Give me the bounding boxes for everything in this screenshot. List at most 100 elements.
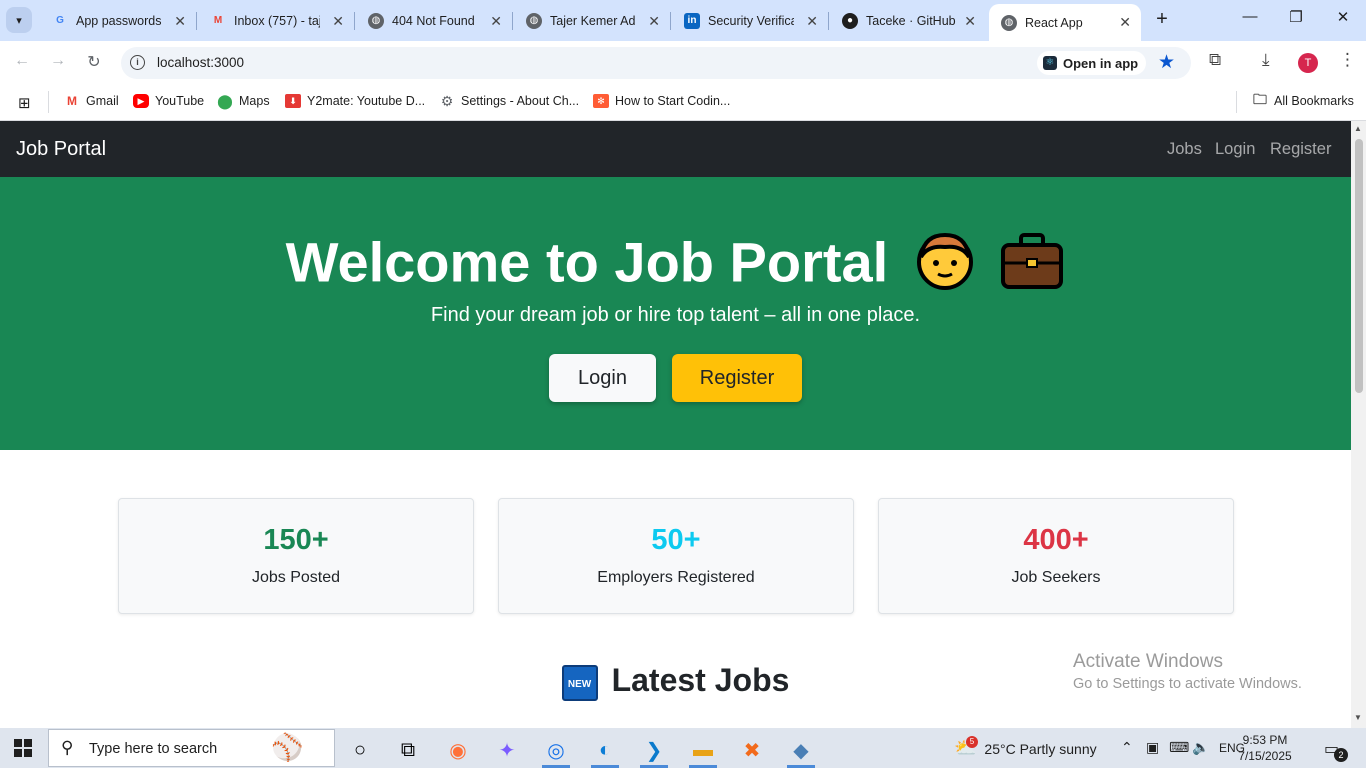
edge-icon[interactable]: ◐ xyxy=(585,732,625,768)
task-view-icon[interactable]: ⧉ xyxy=(388,732,428,768)
bookmark-label: YouTube xyxy=(155,94,205,108)
clock-date: 7/15/2025 xyxy=(1238,749,1292,763)
tab-title: Taceke · GitHub xyxy=(866,13,956,28)
xampp-icon[interactable]: ✖ xyxy=(732,732,772,768)
address-bar[interactable]: i localhost:3000 ⚛ Open in app ★ xyxy=(121,47,1191,79)
profile-avatar[interactable]: T xyxy=(1298,53,1318,73)
all-bookmarks-label: All Bookmarks xyxy=(1274,94,1354,108)
stat-card-seekers: 400+ Job Seekers xyxy=(878,498,1234,614)
open-in-app-button[interactable]: ⚛ Open in app xyxy=(1037,51,1147,75)
nav-link-login[interactable]: Login xyxy=(1215,140,1255,159)
reload-icon[interactable]: ↻ xyxy=(83,52,105,72)
back-icon[interactable]: ← xyxy=(11,52,33,70)
latest-jobs-text: Latest Jobs xyxy=(611,662,790,698)
bookmark-hubspot[interactable]: ✻ How to Start Codin... xyxy=(593,94,730,108)
cortana-icon[interactable]: ○ xyxy=(340,732,380,768)
taskbar-clock[interactable]: 9:53 PM 7/15/2025 xyxy=(1228,732,1302,764)
firefox-icon[interactable]: ◉ xyxy=(438,732,478,768)
apps-grid-icon[interactable]: ⊞ xyxy=(18,94,31,112)
nav-link-jobs[interactable]: Jobs xyxy=(1167,140,1202,159)
copilot-icon[interactable]: ✦ xyxy=(487,732,527,768)
hero-section: Welcome to Job Portal Find your dream jo… xyxy=(0,177,1351,450)
tab-react-app[interactable]: ◍ React App ✕ xyxy=(989,4,1141,41)
volume-icon[interactable]: 🔈 xyxy=(1192,739,1209,756)
tab-app-passwords[interactable]: G App passwords ✕ xyxy=(40,0,197,41)
tab-404[interactable]: ◍ 404 Not Found ✕ xyxy=(356,0,513,41)
bookmark-gmail[interactable]: M Gmail xyxy=(64,94,119,108)
tab-separator xyxy=(670,12,671,30)
bookmark-label: Settings - About Ch... xyxy=(461,94,580,108)
browser-toolbar: ← → ↻ i localhost:3000 ⚛ Open in app ★ xyxy=(0,41,1366,85)
close-icon[interactable]: ✕ xyxy=(1119,14,1131,31)
bookmark-label: Maps xyxy=(239,94,270,108)
file-explorer-icon[interactable]: ▬ xyxy=(683,732,723,768)
scroll-down-icon[interactable]: ▼ xyxy=(1354,713,1362,722)
tab-tajer[interactable]: ◍ Tajer Kemer Ada ✕ xyxy=(514,0,671,41)
baseball-doodle-icon: ⚾ xyxy=(271,732,304,762)
close-icon[interactable]: ✕ xyxy=(964,13,976,30)
nav-link-register[interactable]: Register xyxy=(1270,140,1331,159)
navbar-brand[interactable]: Job Portal xyxy=(16,138,106,161)
site-navbar: Job Portal Jobs Login Register xyxy=(0,121,1351,177)
scrollbar-thumb[interactable] xyxy=(1355,139,1363,393)
person-emoji-icon xyxy=(914,229,976,304)
hero-register-button[interactable]: Register xyxy=(672,354,802,402)
gear-icon: ⚙ xyxy=(440,92,454,109)
scroll-up-icon[interactable]: ▲ xyxy=(1354,124,1362,133)
all-bookmarks-button[interactable]: 🗀 All Bookmarks xyxy=(1252,91,1354,108)
youtube-icon: ▶ xyxy=(133,94,149,108)
bookmark-youtube[interactable]: ▶ YouTube xyxy=(133,94,204,108)
close-icon[interactable]: ✕ xyxy=(174,13,186,30)
hero-login-button[interactable]: Login xyxy=(549,354,656,402)
bookmark-label: Gmail xyxy=(86,94,119,108)
bookmarks-bar: ⊞ M Gmail ▶ YouTube ⬤ Maps ⬇ Y2mate: You… xyxy=(0,85,1366,121)
url-text: localhost:3000 xyxy=(157,55,245,70)
chrome-icon[interactable]: ◎ xyxy=(536,732,576,768)
tab-title: App passwords xyxy=(76,13,162,28)
globe-icon: ◍ xyxy=(368,12,384,29)
stat-card-jobs: 150+ Jobs Posted xyxy=(118,498,474,614)
watermark-title: Activate Windows xyxy=(1073,651,1223,672)
app-icon[interactable]: ◆ xyxy=(781,732,821,768)
vscode-icon[interactable]: ❯ xyxy=(634,732,674,768)
close-icon[interactable]: ✕ xyxy=(490,13,502,30)
tab-search-button[interactable]: ▾ xyxy=(6,7,32,33)
tab-github[interactable]: ● Taceke · GitHub ✕ xyxy=(830,0,986,41)
close-icon[interactable]: ✕ xyxy=(332,13,344,30)
gmail-icon: M xyxy=(67,94,77,108)
close-icon[interactable]: ✕ xyxy=(648,13,660,30)
open-in-app-label: Open in app xyxy=(1063,55,1139,71)
extensions-icon[interactable]: ⧉ xyxy=(1209,50,1221,70)
bookmark-maps[interactable]: ⬤ Maps xyxy=(217,93,270,109)
bookmark-settings[interactable]: ⚙ Settings - About Ch... xyxy=(439,92,580,109)
download-icon[interactable]: ⤓ xyxy=(1262,50,1270,70)
tab-separator xyxy=(512,12,513,30)
site-info-icon[interactable]: i xyxy=(130,55,145,70)
page-viewport: Job Portal Jobs Login Register Welcome t… xyxy=(0,121,1351,728)
camera-icon[interactable]: ▣ xyxy=(1146,739,1159,756)
search-placeholder: Type here to search xyxy=(89,741,218,757)
taskbar-search-box[interactable]: ⚲ Type here to search ⚾ xyxy=(48,729,335,767)
bookmark-y2mate[interactable]: ⬇ Y2mate: Youtube D... xyxy=(285,94,425,108)
page-scrollbar[interactable]: ▲ ▼ xyxy=(1351,121,1366,728)
new-tab-button[interactable]: + xyxy=(1150,8,1174,32)
bookmark-label: How to Start Codin... xyxy=(615,94,731,108)
network-icon[interactable]: ⌨ xyxy=(1169,739,1189,756)
bookmarks-divider xyxy=(1236,91,1237,113)
restore-icon[interactable]: ❐ xyxy=(1286,8,1306,26)
clock-time: 9:53 PM xyxy=(1242,733,1288,747)
react-icon: ⚛ xyxy=(1043,56,1057,70)
minimize-icon[interactable]: — xyxy=(1240,8,1260,25)
forward-icon[interactable]: → xyxy=(47,52,69,70)
menu-kebab-icon[interactable]: ⋮ xyxy=(1339,50,1356,70)
tab-security[interactable]: in Security Verificat ✕ xyxy=(672,0,829,41)
chevron-up-icon[interactable]: ⌃ xyxy=(1121,739,1133,756)
tab-title: Tajer Kemer Ada xyxy=(550,13,636,28)
browser-tab-strip: ▾ G App passwords ✕ M Inbox (757) - taj … xyxy=(0,0,1366,41)
weather-badge: 5 xyxy=(966,736,978,748)
tab-inbox[interactable]: M Inbox (757) - taj ✕ xyxy=(198,0,355,41)
close-icon[interactable]: ✕ xyxy=(806,13,818,30)
close-window-icon[interactable]: ✕ xyxy=(1333,8,1353,26)
bookmark-star-icon[interactable]: ★ xyxy=(1158,51,1175,74)
windows-start-icon[interactable] xyxy=(14,739,32,757)
